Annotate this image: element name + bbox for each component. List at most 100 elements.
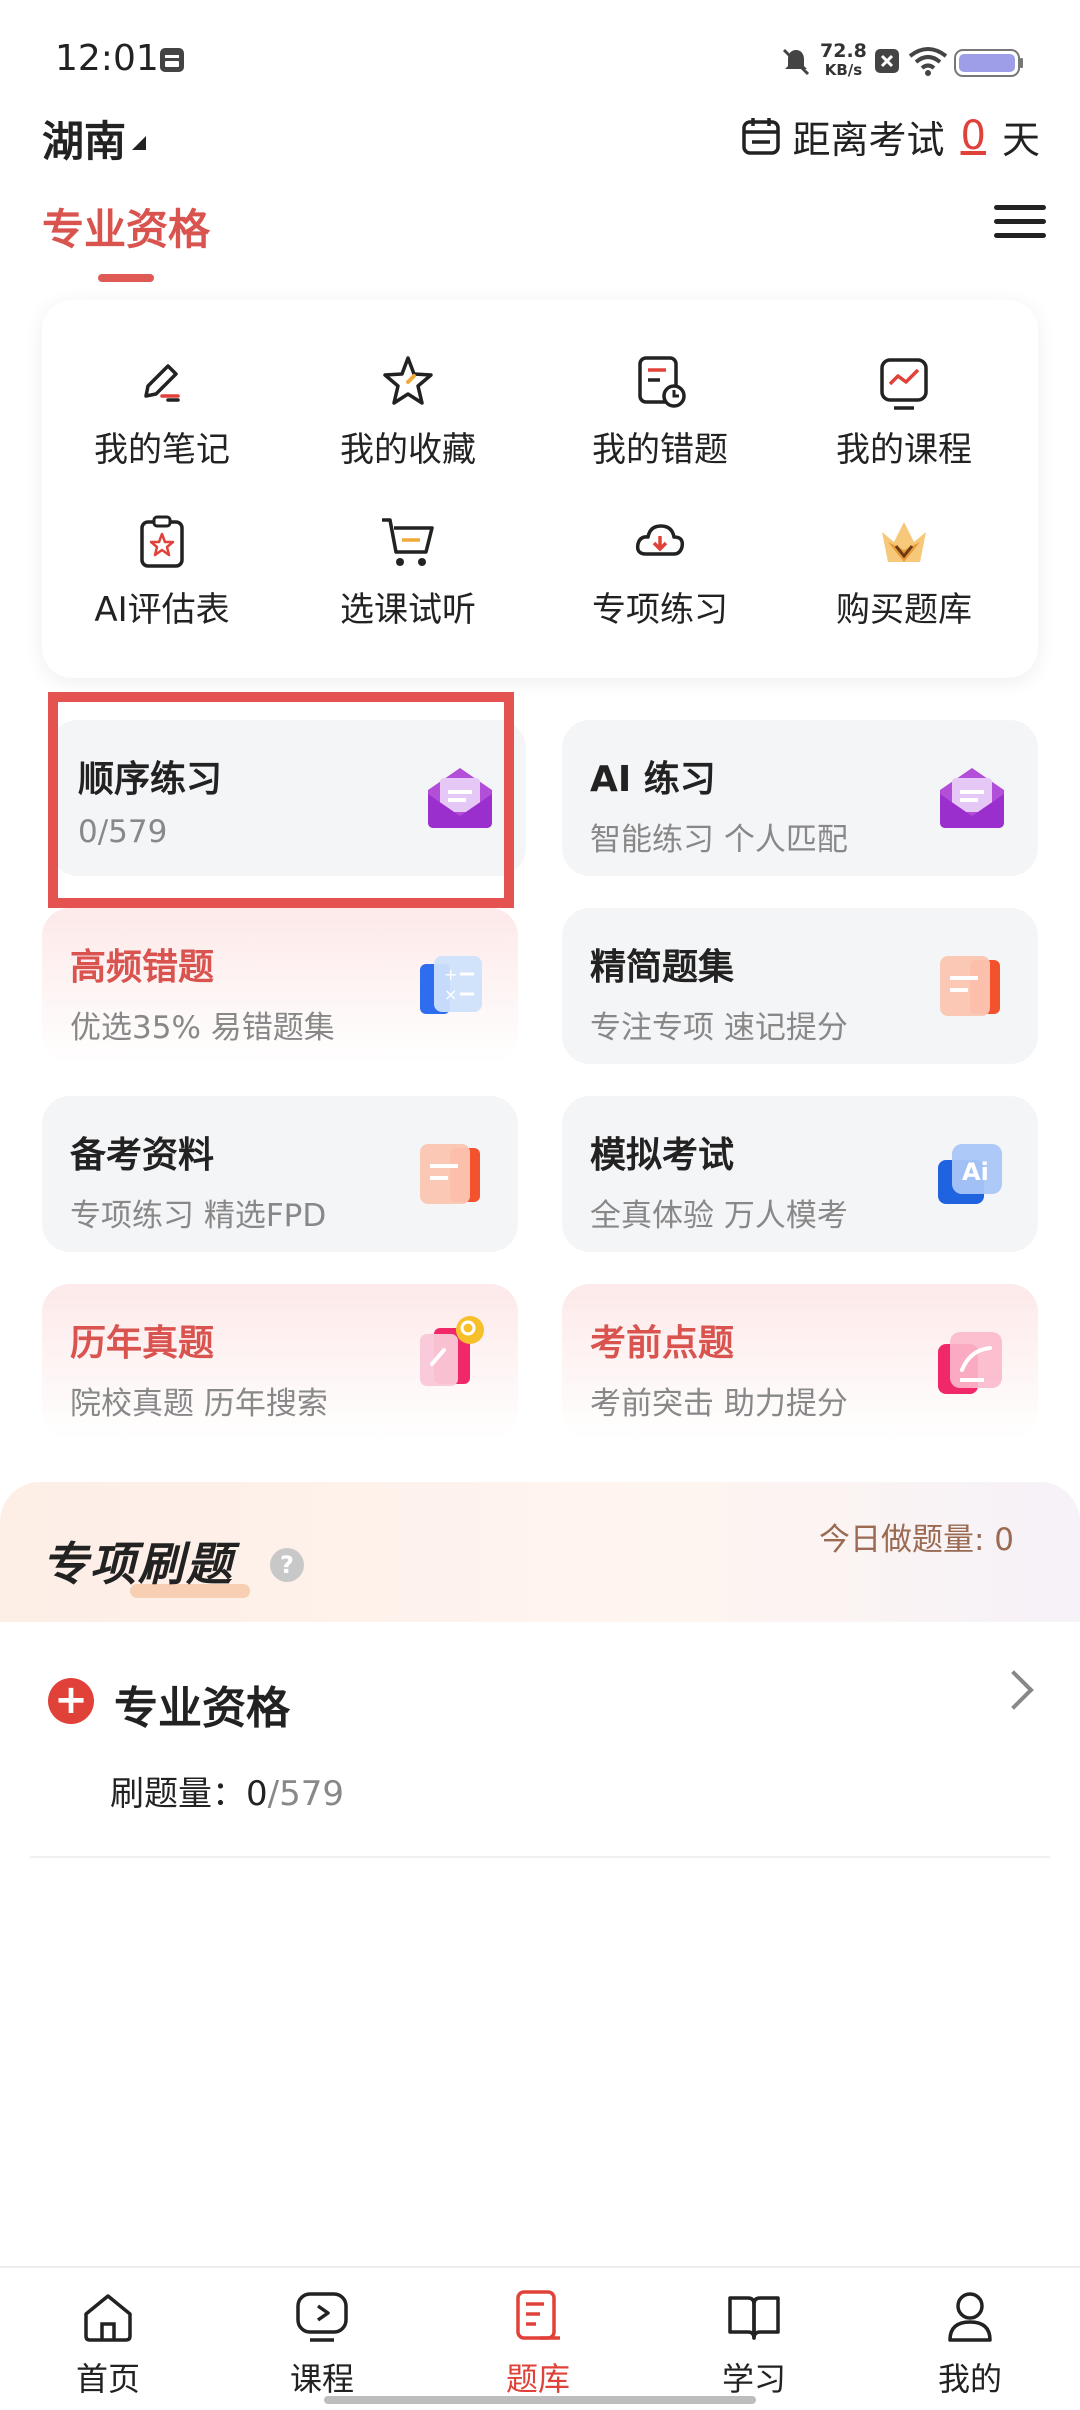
region-selector[interactable]: 湖南	[42, 108, 126, 169]
card-mock-exam[interactable]: 模拟考试 全真体验 万人模考 Ai	[562, 1096, 1038, 1252]
nav-study[interactable]: 学习	[674, 2288, 834, 2400]
card-title: AI 练习	[590, 759, 716, 800]
tab-underline	[98, 274, 154, 282]
card-subtitle: 优选35% 易错题集	[70, 1010, 335, 1046]
special-practice-title: 专项刷题	[42, 1537, 234, 1591]
quick-item-ai-assessment[interactable]: AI评估表	[42, 512, 282, 662]
home-indicator[interactable]	[324, 2396, 756, 2404]
purple-envelope-icon	[940, 768, 1004, 828]
quick-label: 购买题库	[836, 590, 972, 630]
caret-down-icon	[132, 136, 146, 150]
svg-text:Ai: Ai	[962, 1158, 989, 1186]
quick-label: 我的错题	[592, 430, 728, 470]
note-edit-icon	[144, 364, 180, 402]
highlight-box	[48, 692, 514, 908]
exam-days: 0	[960, 113, 986, 159]
expand-plus-icon[interactable]: +	[48, 1678, 94, 1724]
bottom-nav: 首页 课程 题库 学习 我的	[0, 2266, 1080, 2410]
quick-item-favorites[interactable]: 我的收藏	[288, 352, 528, 502]
nav-question-bank[interactable]: 题库	[458, 2288, 618, 2400]
book-icon	[728, 2296, 780, 2340]
battery-icon	[954, 49, 1023, 77]
nav-profile[interactable]: 我的	[890, 2288, 1050, 2400]
nav-label: 题库	[505, 2360, 570, 2398]
quick-label: 我的收藏	[340, 430, 476, 470]
card-subtitle: 全真体验 万人模考	[590, 1198, 848, 1234]
status-time: 12:01	[55, 38, 159, 79]
quick-label: 专项练习	[592, 590, 728, 630]
pen-card-icon	[938, 1332, 1002, 1394]
cloud-download-icon	[635, 524, 685, 556]
card-title: 高频错题	[70, 947, 215, 988]
tab-professional-qualification[interactable]: 专业资格	[42, 196, 210, 257]
progress-done: 0	[246, 1774, 268, 1814]
card-ai-practice[interactable]: AI 练习 智能练习 个人匹配	[562, 720, 1038, 876]
card-frequent-errors[interactable]: 高频错题 优选35% 易错题集 + ×	[42, 908, 518, 1064]
search-book-icon	[420, 1316, 484, 1386]
card-condensed-set[interactable]: 精简题集 专注专项 速记提分	[562, 908, 1038, 1064]
svg-text:×: ×	[444, 985, 457, 1004]
wifi-icon	[908, 47, 948, 76]
calendar-icon	[741, 118, 780, 155]
nav-courses[interactable]: 课程	[242, 2288, 402, 2400]
mute-bell-icon	[782, 48, 810, 76]
card-subtitle: 考前突击 助力提分	[590, 1386, 848, 1422]
divider	[30, 1856, 1050, 1858]
nav-home[interactable]: 首页	[28, 2288, 188, 2400]
sim-disabled-icon	[875, 49, 899, 73]
speed-value: 72.8	[820, 40, 867, 62]
quick-label: 我的课程	[836, 430, 972, 470]
nav-label: 学习	[721, 2360, 786, 2398]
question-bank-icon	[516, 2290, 560, 2340]
card-title: 模拟考试	[590, 1135, 735, 1176]
quick-label: 我的笔记	[94, 430, 230, 470]
quick-item-trial-course[interactable]: 选课试听	[288, 512, 528, 662]
svg-text:+: +	[444, 965, 457, 984]
card-title: 考前点题	[590, 1323, 735, 1364]
card-subtitle: 专项练习 精选FPD	[70, 1198, 327, 1234]
card-subtitle: 智能练习 个人匹配	[590, 822, 848, 858]
quick-access-card: 我的笔记 我的收藏 我的错题 我的课程 AI评估表 选课试听 专项练习 购买题库	[42, 300, 1038, 678]
exam-prefix: 距离考试	[792, 117, 945, 162]
cart-icon	[382, 518, 434, 566]
quick-item-notes[interactable]: 我的笔记	[42, 352, 282, 502]
card-title: 备考资料	[70, 1135, 215, 1176]
category-progress: 刷题量：0/579	[110, 1766, 344, 1815]
wrong-question-icon	[638, 356, 686, 408]
quick-label: AI评估表	[94, 590, 230, 630]
course-chart-icon	[880, 358, 928, 410]
quick-item-wrong-questions[interactable]: 我的错题	[540, 352, 780, 502]
quick-item-courses[interactable]: 我的课程	[784, 352, 1024, 502]
calculator-icon: + ×	[420, 956, 482, 1014]
exam-suffix: 天	[1001, 117, 1040, 162]
orange-list-icon	[940, 956, 1000, 1016]
card-subtitle: 院校真题 历年搜索	[70, 1386, 328, 1422]
card-past-exams[interactable]: 历年真题 院校真题 历年搜索	[42, 1284, 518, 1440]
help-icon[interactable]: ?	[270, 1548, 304, 1582]
crown-icon	[882, 522, 926, 562]
quick-item-buy-questions[interactable]: 购买题库	[784, 512, 1024, 662]
speed-unit: KB/s	[824, 61, 863, 79]
card-pre-exam-tips[interactable]: 考前点题 考前突击 助力提分	[562, 1284, 1038, 1440]
nav-label: 首页	[75, 2360, 140, 2398]
home-icon	[84, 2294, 132, 2342]
card-study-materials[interactable]: 备考资料 专项练习 精选FPD	[42, 1096, 518, 1252]
card-subtitle: 专注专项 速记提分	[590, 1010, 848, 1046]
category-title: 专业资格	[114, 1683, 290, 1734]
card-title: 精简题集	[590, 947, 735, 988]
today-question-count: 今日做题量: 0	[818, 1522, 1014, 1558]
star-icon	[383, 356, 433, 405]
nav-label: 课程	[289, 2360, 354, 2398]
quick-item-special-practice[interactable]: 专项练习	[540, 512, 780, 662]
status-bar: 12:01 72.8 KB/s	[0, 0, 1080, 120]
card-title: 历年真题	[70, 1323, 215, 1364]
progress-label: 刷题量：	[110, 1774, 246, 1814]
ai-badge-icon: Ai	[938, 1144, 1002, 1204]
exam-countdown[interactable]: 距离考试 0 天	[741, 108, 1040, 164]
user-icon	[948, 2292, 992, 2342]
network-speed: 72.8 KB/s	[820, 42, 867, 80]
menu-icon[interactable]	[990, 198, 1050, 246]
nav-label: 我的	[937, 2360, 1002, 2398]
orange-list-icon	[420, 1144, 480, 1204]
play-icon	[296, 2292, 348, 2342]
